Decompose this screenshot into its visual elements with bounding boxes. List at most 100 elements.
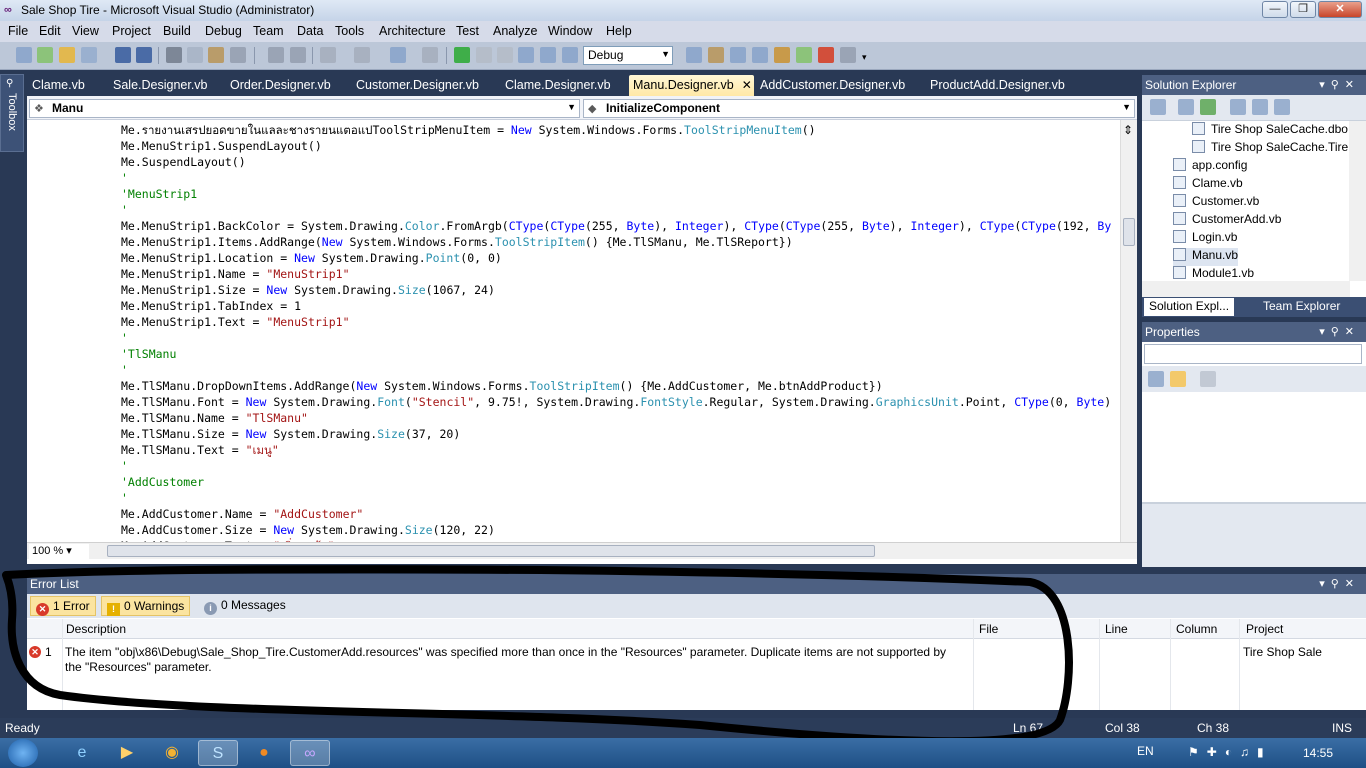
tree-item-selected[interactable]: Manu.vb	[1173, 248, 1239, 266]
visual-studio-taskbar-icon[interactable]: ∞	[290, 740, 330, 766]
tab-addcustomer-designer[interactable]: AddCustomer.Designer.vb	[756, 75, 909, 96]
menu-project[interactable]: Project	[112, 24, 151, 38]
editor-vertical-scrollbar[interactable]	[1120, 120, 1137, 542]
editor-horizontal-scrollbar[interactable]	[107, 545, 875, 557]
skype-icon[interactable]: S	[198, 740, 238, 766]
close-tab-icon[interactable]: ✕	[742, 78, 752, 92]
find-in-files-icon[interactable]	[686, 47, 702, 63]
start-debugging-icon[interactable]	[454, 47, 470, 63]
tab-clame-vb[interactable]: Clame.vb	[28, 75, 89, 96]
tab-team-explorer[interactable]: Team Explorer	[1258, 298, 1345, 316]
solution-horizontal-scrollbar[interactable]	[1142, 281, 1350, 297]
extension-manager-icon[interactable]	[818, 47, 834, 63]
tree-item[interactable]: app.config	[1173, 158, 1247, 176]
panel-window-buttons[interactable]: ▾⚲✕	[1319, 325, 1360, 338]
copy-icon[interactable]	[187, 47, 203, 63]
properties-window-icon[interactable]	[730, 47, 746, 63]
open-file-icon[interactable]	[59, 47, 75, 63]
properties-icon[interactable]	[1150, 99, 1166, 115]
firefox-icon[interactable]: ●	[244, 740, 284, 766]
messages-filter-button[interactable]: i0 Messages	[199, 596, 291, 616]
property-pages-icon[interactable]	[1200, 371, 1216, 387]
panel-window-buttons[interactable]: ▾⚲✕	[1319, 577, 1360, 590]
zoom-select[interactable]: 100 % ▾	[29, 544, 89, 559]
tree-item[interactable]: Tire Shop SaleCache.dbo	[1192, 122, 1348, 140]
panel-window-buttons[interactable]: ▾⚲✕	[1319, 78, 1360, 91]
paste-icon[interactable]	[208, 47, 224, 63]
toolbox-tab[interactable]: ⚲ Toolbox	[0, 74, 24, 152]
column-line[interactable]: Line	[1105, 622, 1128, 636]
pause-icon[interactable]	[476, 47, 492, 63]
add-item-icon[interactable]	[37, 47, 53, 63]
categorized-icon[interactable]	[1148, 371, 1164, 387]
navigate-forward-icon[interactable]	[422, 47, 438, 63]
restore-button[interactable]: ❐	[1290, 1, 1316, 18]
solution-configuration-select[interactable]: Debug ▼	[583, 46, 673, 65]
tree-item[interactable]: CustomerAdd.vb	[1173, 212, 1281, 230]
menu-window[interactable]: Window	[548, 24, 592, 38]
object-select[interactable]	[1144, 344, 1362, 364]
system-tray-icons[interactable]: ⚑✚◐♫▮	[1188, 745, 1272, 759]
add-new-item-icon[interactable]	[81, 47, 97, 63]
undo-icon[interactable]	[320, 47, 336, 63]
internet-explorer-icon[interactable]: e	[62, 740, 102, 766]
toolbar-overflow-icon[interactable]: ▾	[862, 52, 867, 63]
stop-icon[interactable]	[497, 47, 513, 63]
command-window-icon[interactable]	[840, 47, 856, 63]
class-name-combo[interactable]: ❖ Manu ▼	[29, 99, 580, 118]
solution-vertical-scrollbar[interactable]	[1349, 121, 1366, 281]
code-text-area[interactable]: Me.รายงานเสรปยอดขายในแลละชางรายนแตอแปToo…	[27, 120, 1120, 542]
minimize-button[interactable]: —	[1262, 1, 1288, 18]
close-button[interactable]: ✕	[1318, 1, 1362, 18]
find-icon[interactable]	[230, 47, 246, 63]
menu-data[interactable]: Data	[297, 24, 323, 38]
tab-order-designer[interactable]: Order.Designer.vb	[226, 75, 335, 96]
tab-productadd-designer[interactable]: ProductAdd.Designer.vb	[926, 75, 1069, 96]
menu-file[interactable]: File	[8, 24, 28, 38]
solution-explorer-icon[interactable]	[708, 47, 724, 63]
media-player-icon[interactable]: ▶	[107, 740, 147, 766]
tree-item[interactable]: Module1.vb	[1173, 266, 1254, 281]
menu-tools[interactable]: Tools	[335, 24, 364, 38]
redo-icon[interactable]	[354, 47, 370, 63]
save-icon[interactable]	[115, 47, 131, 63]
tree-item[interactable]: Tire Shop SaleCache.Tire	[1192, 140, 1348, 158]
show-all-files-icon[interactable]	[1178, 99, 1194, 115]
tab-manu-designer[interactable]: Manu.Designer.vb ✕	[629, 75, 754, 96]
menu-help[interactable]: Help	[606, 24, 632, 38]
refresh-icon[interactable]	[1200, 99, 1216, 115]
start-button[interactable]	[8, 739, 38, 767]
start-page-icon[interactable]	[796, 47, 812, 63]
tab-clame-designer[interactable]: Clame.Designer.vb	[501, 75, 615, 96]
method-name-combo[interactable]: ◆ InitializeComponent ▼	[583, 99, 1135, 118]
tab-customer-designer[interactable]: Customer.Designer.vb	[352, 75, 483, 96]
object-browser-icon[interactable]	[752, 47, 768, 63]
menu-test[interactable]: Test	[456, 24, 479, 38]
column-description[interactable]: Description	[66, 622, 126, 636]
menu-debug[interactable]: Debug	[205, 24, 242, 38]
alphabetical-icon[interactable]	[1170, 371, 1186, 387]
split-window-icon[interactable]: ⇕	[1123, 123, 1133, 137]
tree-item[interactable]: Customer.vb	[1173, 194, 1259, 212]
navigate-backward-icon[interactable]	[390, 47, 406, 63]
column-project[interactable]: Project	[1246, 622, 1283, 636]
menu-analyze[interactable]: Analyze	[493, 24, 537, 38]
errors-filter-button[interactable]: ✕ 1 Error	[30, 596, 96, 616]
tree-item[interactable]: Login.vb	[1173, 230, 1237, 248]
column-file[interactable]: File	[979, 622, 998, 636]
view-code-icon[interactable]	[1230, 99, 1246, 115]
comment-icon[interactable]	[268, 47, 284, 63]
menu-edit[interactable]: Edit	[39, 24, 61, 38]
tab-sale-designer[interactable]: Sale.Designer.vb	[109, 75, 212, 96]
column-column[interactable]: Column	[1176, 622, 1217, 636]
warnings-filter-button[interactable]: ! 0 Warnings	[101, 596, 191, 616]
tree-item[interactable]: Clame.vb	[1173, 176, 1243, 194]
menu-build[interactable]: Build	[163, 24, 191, 38]
menu-view[interactable]: View	[72, 24, 99, 38]
save-all-icon[interactable]	[136, 47, 152, 63]
cut-icon[interactable]	[166, 47, 182, 63]
chrome-icon[interactable]: ◉	[152, 740, 192, 766]
step-out-icon[interactable]	[562, 47, 578, 63]
step-into-icon[interactable]	[518, 47, 534, 63]
tab-solution-explorer[interactable]: Solution Expl...	[1144, 298, 1235, 316]
